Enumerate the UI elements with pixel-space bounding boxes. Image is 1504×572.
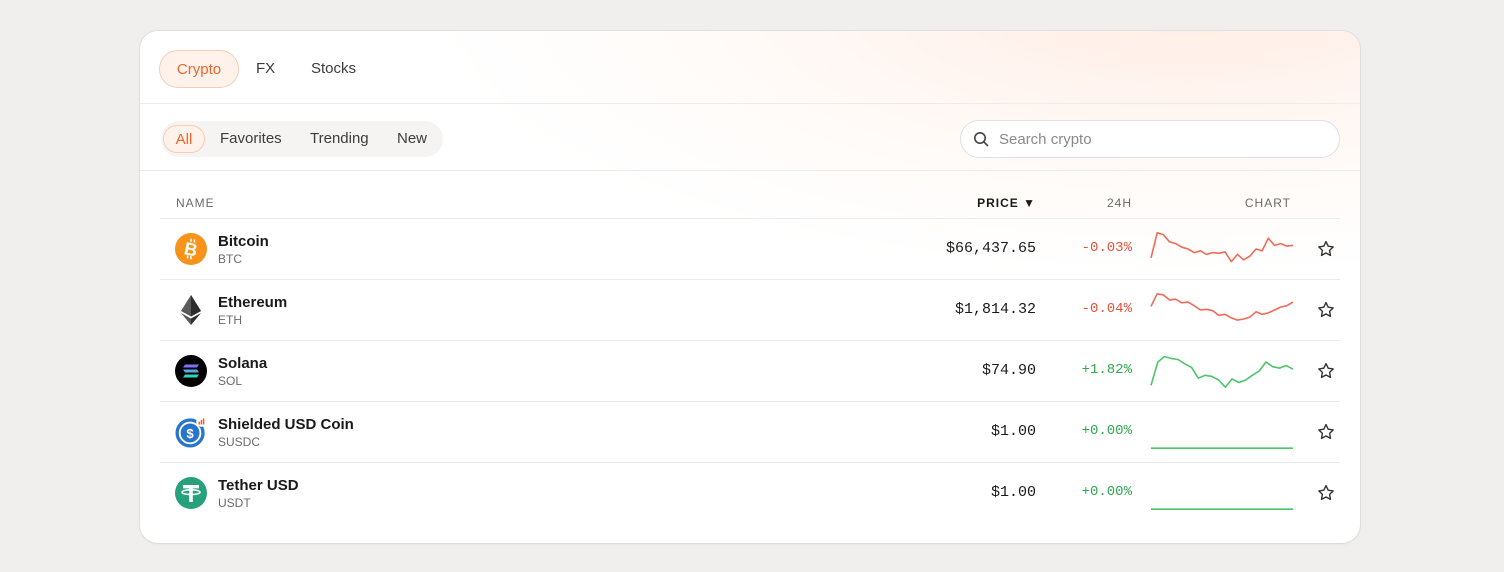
coin-change-24h: -0.03% [1081,240,1132,256]
coin-change-24h: +1.82% [1081,362,1132,378]
ethereum-icon [181,295,201,325]
filter-favorites[interactable]: Favorites [220,125,284,153]
column-header-24h[interactable]: 24H [1107,196,1132,210]
shielded-usd-coin-icon: $ [175,416,207,448]
column-header-chart: CHART [1244,196,1291,210]
coin-price: $74.90 [981,362,1036,379]
coin-price: $66,437.65 [945,240,1036,257]
coin-symbol: SOL [218,374,243,388]
column-header-price[interactable]: PRICE ▼ [977,196,1036,210]
table-header: NAME PRICE ▼ 24H CHART [160,181,1340,219]
coin-price: $1.00 [990,484,1036,501]
coin-price: $1,814.32 [954,301,1036,318]
table-row[interactable]: Ethereum ETH $1,814.32 -0.04% [160,280,1340,341]
market-type-tabs: Crypto FX Stocks [140,31,1360,104]
bitcoin-icon: B [175,233,207,265]
sparkline-line [1150,231,1294,263]
coin-name: Solana [218,355,268,372]
coin-symbol: BTC [218,252,242,266]
favorite-star-icon[interactable] [1316,422,1336,442]
coin-name: Tether USD [218,477,299,494]
sparkline-chart [1150,231,1294,263]
coin-name: Shielded USD Coin [218,416,354,433]
coin-change-24h: +0.00% [1081,423,1132,439]
markets-card: Crypto FX Stocks All Favorites Trending … [140,31,1360,543]
filter-new[interactable]: New [397,125,429,153]
table-row[interactable]: Solana SOL $74.90 +1.82% [160,341,1340,402]
coin-name: Bitcoin [218,233,269,250]
search-box [960,120,1340,158]
search-input[interactable] [997,123,1321,155]
filter-all[interactable]: All [163,125,205,153]
sparkline-chart [1151,447,1293,450]
coin-symbol: SUSDC [218,435,261,449]
sparkline-chart [1150,355,1294,389]
svg-text:$: $ [186,426,194,441]
table-row[interactable]: Tether USD USDT $1.00 +0.00% [160,463,1340,523]
coin-name: Ethereum [218,294,288,311]
favorite-star-icon[interactable] [1316,300,1336,320]
favorite-star-icon[interactable] [1316,483,1336,503]
favorite-star-icon[interactable] [1316,361,1336,381]
coin-symbol: USDT [218,496,251,510]
sparkline-line [1150,292,1294,321]
filter-trending[interactable]: Trending [310,125,372,153]
filter-segmented-control: All Favorites Trending New [161,121,443,157]
column-header-name[interactable]: NAME [176,196,215,210]
coin-symbol: ETH [218,313,242,327]
table-row[interactable]: B Bitcoin BTC $66,437.65 -0.03% [160,219,1340,280]
search-icon [974,132,989,147]
coin-change-24h: +0.00% [1081,484,1132,500]
table-row[interactable]: $ Shielded USD Coin SUSDC $1.00 +0.00% [160,402,1340,463]
sparkline-chart [1150,292,1294,321]
sparkline-line [1150,355,1294,389]
tether-icon [175,477,207,509]
coin-change-24h: -0.04% [1081,301,1132,317]
favorite-star-icon[interactable] [1316,239,1336,259]
tab-stocks[interactable]: Stocks [311,50,361,88]
tab-crypto[interactable]: Crypto [159,50,239,88]
coin-price: $1.00 [990,423,1036,440]
sparkline-chart [1151,508,1293,511]
filter-bar: All Favorites Trending New [140,104,1360,171]
tab-fx[interactable]: FX [256,50,276,88]
solana-icon [175,355,207,387]
